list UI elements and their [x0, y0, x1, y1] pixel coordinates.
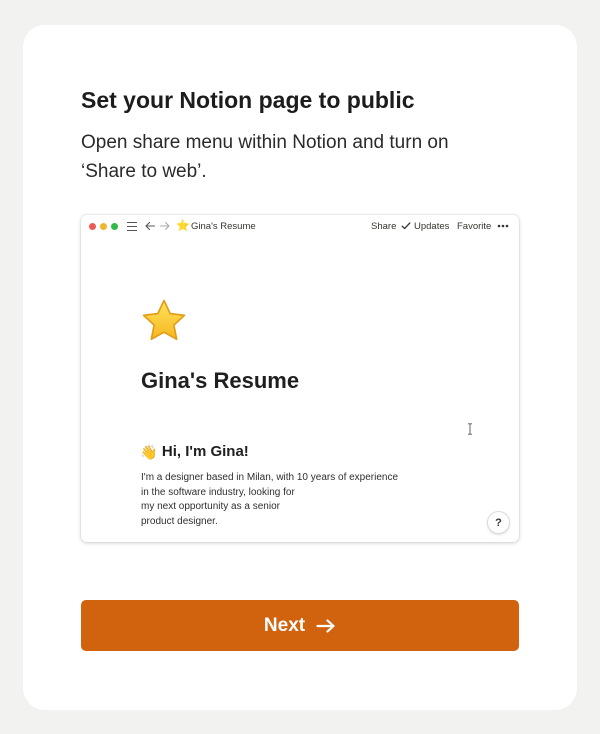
favorite-button: Favorite	[457, 221, 492, 232]
intro-heading-text: Hi, I'm Gina!	[161, 443, 249, 460]
window-maximize-dot	[111, 223, 118, 230]
back-arrow-icon	[145, 221, 156, 231]
next-button-label: Next	[263, 614, 306, 636]
next-button[interactable]: Next	[81, 600, 519, 651]
bio-line: my next opportunity as a senior	[141, 501, 280, 512]
page-title: Gina's Resume	[141, 368, 300, 393]
bio-line: in the software industry, looking for	[141, 486, 295, 498]
step-title: Set your Notion page to public	[81, 87, 415, 113]
updates-button: Updates	[414, 221, 450, 232]
bio-line: product designer.	[141, 515, 218, 527]
bio-paragraph: I'm a designer based in Milan, with 10 y…	[141, 471, 411, 529]
forward-arrow-icon	[159, 221, 170, 231]
breadcrumb-page-title: Gina's Resume	[191, 221, 256, 232]
waving-hand-icon: 👋	[140, 444, 158, 460]
notion-topbar: ⭐ Gina's Resume Share Updates Favorite	[81, 215, 519, 239]
star-icon	[142, 299, 186, 341]
breadcrumb-star-icon: ⭐	[176, 220, 190, 232]
share-button: Share	[371, 221, 397, 232]
intro-heading: 👋 Hi, I'm Gina!	[140, 443, 249, 461]
more-options-icon	[497, 224, 509, 228]
step-subtitle: Open share menu within Notion and turn o…	[81, 132, 449, 182]
text-cursor-icon	[468, 423, 472, 435]
window-minimize-dot	[100, 223, 107, 230]
hamburger-menu-icon	[127, 221, 137, 232]
onboarding-card: Set your Notion page to public Open shar…	[23, 25, 577, 710]
window-close-dot	[89, 223, 96, 230]
arrow-right-icon	[316, 618, 335, 633]
notion-preview-screenshot: ⭐ Gina's Resume Share Updates Favorite G…	[81, 215, 519, 542]
bio-line: I'm a designer based in Milan, with 10 y…	[141, 472, 399, 483]
check-icon	[401, 222, 411, 230]
help-button: ?	[487, 511, 510, 534]
